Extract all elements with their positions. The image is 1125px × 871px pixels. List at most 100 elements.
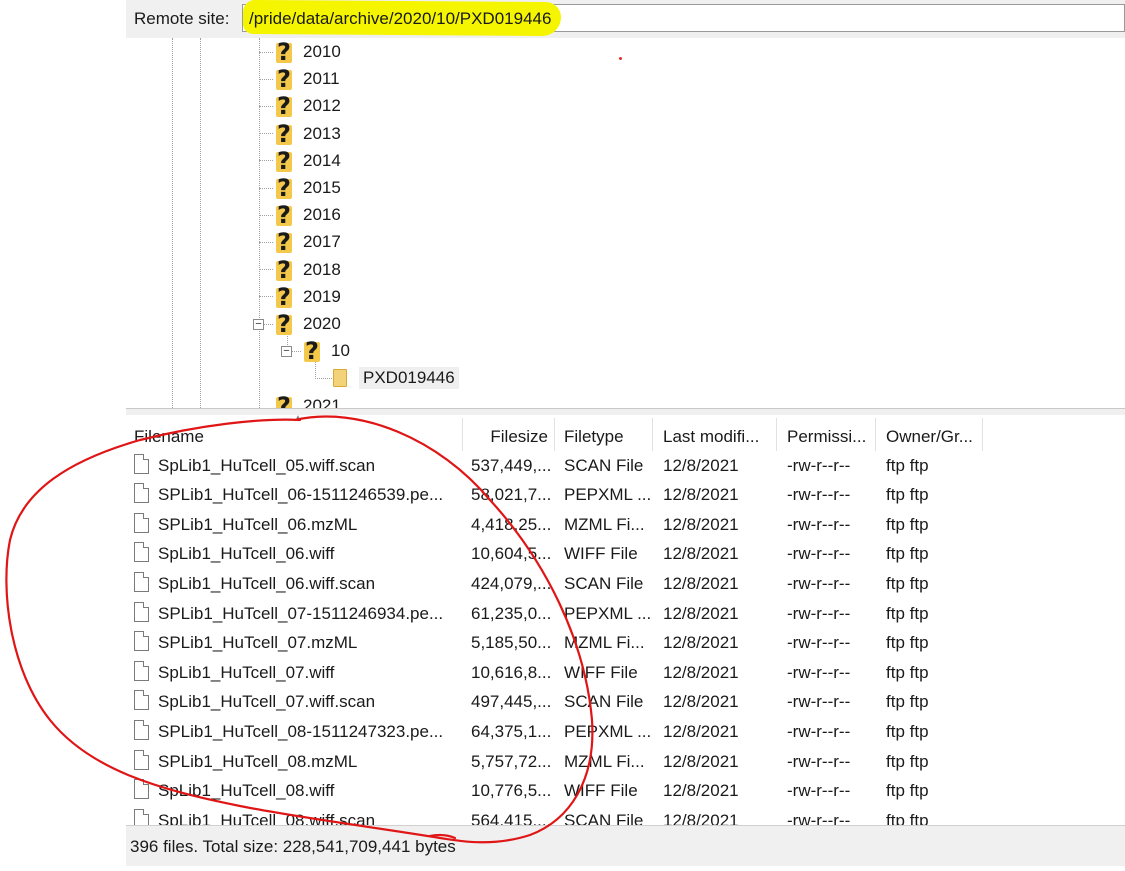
file-row[interactable]: SpLib1_HuTcell_06.wiff 10,604,5... WIFF Fi… — [126, 538, 1125, 568]
file-permissions: -rw-r--r-- — [787, 692, 851, 712]
left-gutter — [0, 0, 126, 871]
tree-node-label: 2021 — [303, 395, 341, 408]
unknown-folder-icon: ? — [274, 285, 294, 309]
file-filename: SpLib1_HuTcell_07.wiff — [158, 662, 335, 682]
tree-connector — [259, 296, 273, 298]
file-permissions: -rw-r--r-- — [787, 514, 851, 534]
file-filesize: 58,021,7... — [471, 485, 552, 505]
tree-node-year-2014[interactable]: ? 2014 — [274, 147, 341, 174]
file-filesize: 537,449,... — [471, 455, 552, 475]
sort-ascending-icon: ▲ — [293, 415, 303, 424]
file-filetype: MZML Fi... — [564, 751, 645, 771]
file-filetype: WIFF File — [564, 781, 638, 801]
file-permissions: -rw-r--r-- — [787, 485, 851, 505]
file-row[interactable]: SpLib1_HuTcell_05.wiff.scan 537,449,... SC… — [126, 450, 1125, 480]
tree-connector — [259, 160, 273, 162]
file-icon — [134, 542, 149, 563]
file-owner-group: ftp ftp — [886, 633, 929, 653]
tree-node-label: 2017 — [303, 232, 341, 252]
file-filetype: PEPXML ... — [564, 603, 652, 623]
file-icon — [134, 483, 149, 504]
file-last-modified: 12/8/2021 — [663, 514, 739, 534]
tree-node-year-2018[interactable]: ? 2018 — [274, 256, 341, 283]
column-header-filesize[interactable]: Filesize — [463, 418, 555, 451]
file-row[interactable]: SPLib1_HuTcell_06-1511246539.pe... 58,021… — [126, 479, 1125, 509]
remote-file-list[interactable]: Filename Filesize Filetype Last modifi... Pe… — [126, 415, 1125, 825]
unknown-folder-icon: ? — [302, 339, 322, 363]
tree-guide-line — [172, 38, 173, 408]
file-owner-group: ftp ftp — [886, 781, 929, 801]
tree-node-label: 2014 — [303, 150, 341, 170]
tree-connector — [259, 241, 273, 243]
tree-node-year-2010[interactable]: ? 2010 — [274, 39, 341, 66]
file-filename: SPLib1_HuTcell_07-1511246934.pe... — [158, 603, 444, 623]
bottom-strip — [126, 866, 1125, 871]
file-filesize: 10,776,5... — [471, 781, 552, 801]
remote-directory-tree[interactable]: ? 2010? 2011? 2012? 2013? 2014? 2015? 2016? 2017… — [126, 38, 1125, 408]
tree-node-label: PXD019446 — [359, 367, 459, 390]
column-header-last-modified[interactable]: Last modifi... — [653, 418, 777, 451]
tree-node-year-2021[interactable]: ? 2021 — [274, 392, 341, 408]
file-filesize: 424,079,... — [471, 573, 552, 593]
file-filesize: 5,757,72... — [471, 751, 552, 771]
tree-connector — [259, 105, 273, 107]
tree-node-year-2017[interactable]: ? 2017 — [274, 229, 341, 256]
file-last-modified: 12/8/2021 — [663, 603, 739, 623]
file-row[interactable]: SPLib1_HuTcell_07-1511246934.pe... 61,235… — [126, 598, 1125, 628]
tree-node-label: 2020 — [303, 314, 341, 333]
column-header-filetype[interactable]: Filetype — [555, 418, 653, 451]
tree-node-label: 2019 — [303, 286, 341, 306]
tree-node-year-2019[interactable]: ? 2019 — [274, 283, 341, 310]
file-filename: SpLib1_HuTcell_07.wiff.scan — [158, 692, 376, 712]
column-header-owner-group[interactable]: Owner/Gr... — [876, 418, 983, 451]
file-owner-group: ftp ftp — [886, 455, 929, 475]
tree-connector — [259, 187, 273, 189]
tree-node-year-2013[interactable]: ? 2013 — [274, 120, 341, 147]
collapse-toggle[interactable]: − — [253, 318, 264, 330]
tree-connector — [259, 78, 273, 80]
file-icon — [134, 453, 149, 474]
unknown-folder-icon: ? — [274, 122, 294, 146]
file-filetype: WIFF File — [564, 662, 638, 682]
tree-connector — [259, 214, 273, 216]
column-header-permissions[interactable]: Permissi... — [777, 418, 876, 451]
file-last-modified: 12/8/2021 — [663, 692, 739, 712]
file-owner-group: ftp ftp — [886, 514, 929, 534]
file-row[interactable]: SpLib1_HuTcell_07.wiff.scan 497,445,... SC… — [126, 686, 1125, 716]
file-icon — [134, 749, 149, 770]
tree-node-dataset[interactable]: PXD019446 — [333, 365, 459, 392]
collapse-toggle[interactable]: − — [281, 345, 292, 357]
tree-node-label: 2012 — [303, 96, 341, 116]
file-last-modified: 12/8/2021 — [663, 544, 739, 564]
file-row[interactable]: SPLib1_HuTcell_07.mzML 5,185,50... MZML Fi… — [126, 627, 1125, 657]
file-owner-group: ftp ftp — [886, 573, 929, 593]
file-row[interactable]: SpLib1_HuTcell_08.wiff 10,776,5... WIFF Fi… — [126, 775, 1125, 805]
tree-node-label: 2016 — [303, 205, 341, 225]
file-owner-group: ftp ftp — [886, 722, 929, 742]
unknown-folder-icon: ? — [274, 67, 294, 91]
file-row[interactable]: SpLib1_HuTcell_07.wiff 10,616,8... WIFF Fi… — [126, 657, 1125, 687]
file-row[interactable]: SpLib1_HuTcell_06.wiff.scan 424,079,... SC… — [126, 568, 1125, 598]
file-row[interactable]: SPLib1_HuTcell_08-1511247323.pe... 64,375… — [126, 716, 1125, 746]
file-last-modified: 12/8/2021 — [663, 781, 739, 801]
tree-node-year-2020[interactable]: ? 2020 — [274, 311, 341, 338]
file-filename: SPLib1_HuTcell_07.mzML — [158, 633, 358, 653]
file-icon — [134, 779, 149, 800]
file-row[interactable]: SpLib1_HuTcell_08.wiff.scan 564,415,... SC… — [126, 805, 1125, 825]
tree-node-year-2016[interactable]: ? 2016 — [274, 202, 341, 229]
file-filesize: 497,445,... — [471, 692, 552, 712]
file-row[interactable]: SPLib1_HuTcell_06.mzML 4,418,25... MZML Fi… — [126, 509, 1125, 539]
file-filetype: SCAN File — [564, 692, 644, 712]
file-owner-group: ftp ftp — [886, 751, 929, 771]
file-owner-group: ftp ftp — [886, 810, 929, 825]
tree-node-year-2011[interactable]: ? 2011 — [274, 66, 340, 93]
tree-node-label: 2010 — [303, 42, 341, 61]
remote-path-input[interactable]: /pride/data/archive/2020/10/PXD019446 — [242, 0, 1125, 37]
file-row[interactable]: SPLib1_HuTcell_08.mzML 5,757,72... MZML Fi… — [126, 746, 1125, 776]
tree-node-year-2012[interactable]: ? 2012 — [274, 93, 341, 120]
tree-node-month-10[interactable]: ? 10 — [302, 338, 350, 365]
tree-node-year-2015[interactable]: ? 2015 — [274, 175, 341, 202]
file-last-modified: 12/8/2021 — [663, 751, 739, 771]
file-icon — [134, 690, 149, 711]
file-permissions: -rw-r--r-- — [787, 722, 851, 742]
